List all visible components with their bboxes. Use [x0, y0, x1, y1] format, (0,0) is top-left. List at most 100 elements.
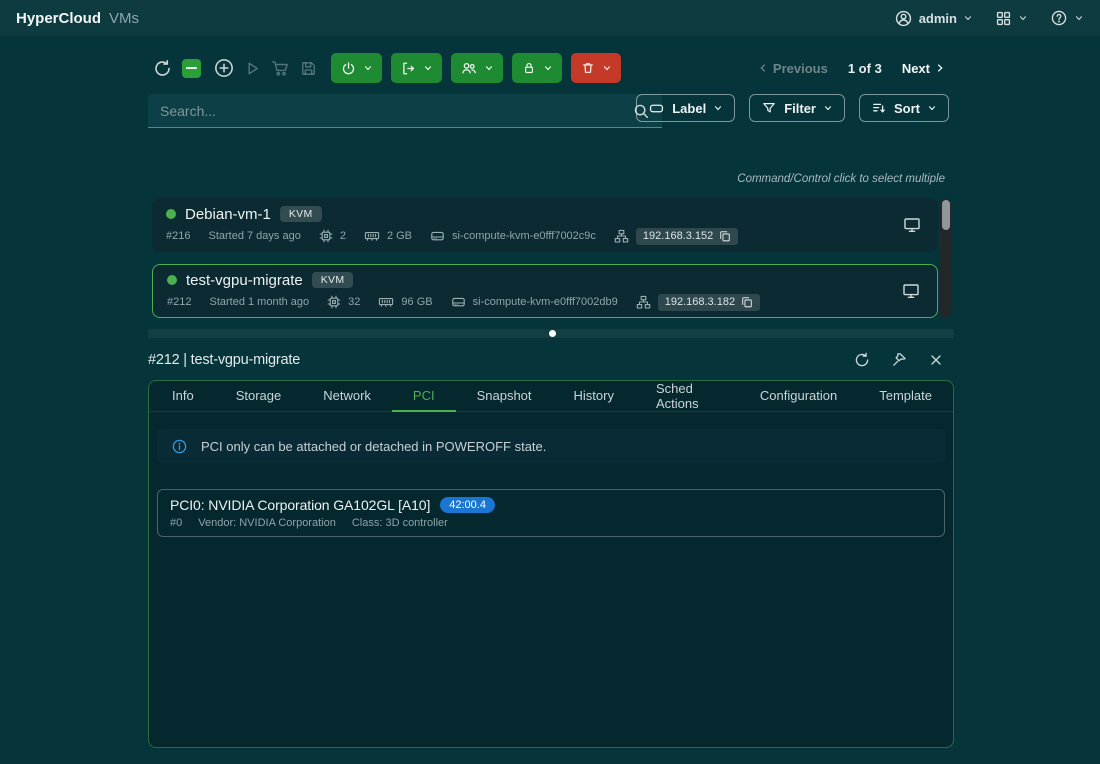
sort-button-text: Sort	[894, 101, 920, 116]
delete-actions-button[interactable]	[571, 53, 621, 83]
next-label: Next	[902, 61, 930, 76]
vm-status-dot-running	[167, 275, 177, 285]
apps-grid-icon	[995, 10, 1012, 27]
pci-alert-text: PCI only can be attached or detached in …	[201, 439, 546, 454]
brand-logo: HyperCloud	[16, 10, 101, 27]
vm-name: Debian-vm-1	[185, 206, 271, 223]
user-menu[interactable]: admin	[894, 9, 973, 28]
tab-history[interactable]: History	[553, 381, 635, 412]
tab-info[interactable]: Info	[151, 381, 215, 412]
vm-memory: 96 GB	[401, 296, 432, 308]
chevron-down-icon	[823, 103, 833, 113]
detail-refresh-icon[interactable]	[852, 350, 872, 370]
network-icon	[636, 295, 651, 310]
chevron-down-icon	[713, 103, 723, 113]
info-icon	[171, 438, 188, 455]
vm-started: Started 7 days ago	[208, 230, 300, 242]
tab-network[interactable]: Network	[302, 381, 392, 412]
pci-device-vendor: Vendor: NVIDIA Corporation	[198, 517, 336, 529]
vm-id: #216	[166, 230, 190, 242]
host-drive-icon	[430, 229, 445, 243]
hypervisor-badge: KVM	[280, 206, 322, 222]
user-icon	[894, 9, 913, 28]
carousel-page-dot[interactable]	[549, 330, 556, 337]
vm-detail-panel: Info Storage Network PCI Snapshot Histor…	[148, 380, 954, 748]
vm-started: Started 1 month ago	[209, 296, 309, 308]
cpu-icon	[327, 295, 341, 309]
power-actions-button[interactable]	[331, 53, 382, 83]
pci-device-index: #0	[170, 517, 182, 529]
vm-ip-chip[interactable]: 192.168.3.152	[636, 228, 738, 245]
refresh-button[interactable]	[148, 54, 176, 82]
filter-funnel-icon	[761, 100, 777, 116]
chevron-down-icon	[1074, 13, 1084, 23]
vnc-console-icon[interactable]	[902, 215, 922, 235]
trash-icon	[580, 60, 596, 76]
chevron-down-icon	[363, 63, 373, 73]
vm-status-dot-running	[166, 209, 176, 219]
search-input[interactable]	[160, 103, 632, 119]
vm-host: si-compute-kvm-e0fff7002c9c	[452, 230, 596, 242]
vm-name: test-vgpu-migrate	[186, 272, 303, 289]
lock-actions-button[interactable]	[512, 53, 562, 83]
vm-row[interactable]: test-vgpu-migrate KVM #212 Started 1 mon…	[152, 264, 938, 318]
power-icon	[340, 60, 357, 77]
ownership-actions-button[interactable]	[451, 53, 503, 83]
chevron-down-icon	[602, 63, 612, 73]
filter-dropdown-button[interactable]: Filter	[749, 94, 845, 122]
users-icon	[460, 59, 478, 77]
vm-ip: 192.168.3.152	[643, 230, 713, 242]
vm-id: #212	[167, 296, 191, 308]
label-tag-icon	[648, 100, 665, 117]
close-icon[interactable]	[926, 350, 946, 370]
tab-template[interactable]: Template	[858, 381, 953, 412]
network-icon	[614, 229, 629, 244]
help-menu[interactable]	[1050, 9, 1084, 27]
save-as-template-button[interactable]	[294, 54, 322, 82]
vm-ip-chip[interactable]: 192.168.3.182	[658, 294, 760, 311]
select-all-checkbox-indeterminate[interactable]	[182, 59, 201, 78]
pci-info-alert: PCI only can be attached or detached in …	[157, 429, 945, 463]
hypervisor-badge: KVM	[312, 272, 354, 288]
tab-snapshot[interactable]: Snapshot	[456, 381, 553, 412]
sort-dropdown-button[interactable]: Sort	[859, 94, 949, 122]
tab-configuration[interactable]: Configuration	[739, 381, 858, 412]
chevron-right-icon	[935, 63, 945, 73]
cpu-icon	[319, 229, 333, 243]
user-name: admin	[919, 11, 957, 26]
sort-icon	[871, 100, 887, 116]
filter-button-text: Filter	[784, 101, 816, 116]
vm-list-scrollbar[interactable]	[940, 198, 951, 318]
pci-device-card[interactable]: PCI0: NVIDIA Corporation GA102GL [A10] 4…	[157, 489, 945, 537]
chevron-left-icon	[758, 63, 768, 73]
scrollbar-thumb[interactable]	[942, 200, 950, 230]
chevron-down-icon	[484, 63, 494, 73]
lock-icon	[521, 60, 537, 76]
apps-menu[interactable]	[995, 10, 1028, 27]
pci-device-title: PCI0: NVIDIA Corporation GA102GL [A10]	[170, 497, 430, 513]
instantiate-cart-button[interactable]	[266, 54, 294, 82]
tab-sched-actions[interactable]: Sched Actions	[635, 381, 739, 412]
detail-header: #212 | test-vgpu-migrate	[148, 346, 954, 374]
top-bar: HyperCloud VMs admin	[0, 0, 1100, 36]
next-page-button[interactable]: Next	[902, 61, 945, 76]
copy-icon	[741, 296, 753, 308]
vm-row[interactable]: Debian-vm-1 KVM #216 Started 7 days ago …	[152, 198, 938, 252]
migrate-actions-button[interactable]	[391, 53, 442, 83]
create-vm-button[interactable]	[210, 54, 238, 82]
host-drive-icon	[451, 295, 466, 309]
tab-storage[interactable]: Storage	[215, 381, 303, 412]
pci-address-badge: 42:00.4	[440, 497, 495, 513]
pagination: Previous 1 of 3 Next	[758, 53, 945, 83]
page-count: 1 of 3	[848, 61, 882, 76]
previous-page-button[interactable]: Previous	[758, 61, 828, 76]
pin-icon[interactable]	[889, 350, 909, 370]
detail-tabs: Info Storage Network PCI Snapshot Histor…	[149, 381, 953, 412]
chevron-down-icon	[543, 63, 553, 73]
vm-cpu: 2	[340, 230, 346, 242]
label-dropdown-button[interactable]: Label	[636, 94, 735, 122]
vnc-console-icon[interactable]	[901, 281, 921, 301]
tab-pci[interactable]: PCI	[392, 381, 456, 412]
resume-button[interactable]	[238, 54, 266, 82]
memory-icon	[364, 229, 380, 243]
